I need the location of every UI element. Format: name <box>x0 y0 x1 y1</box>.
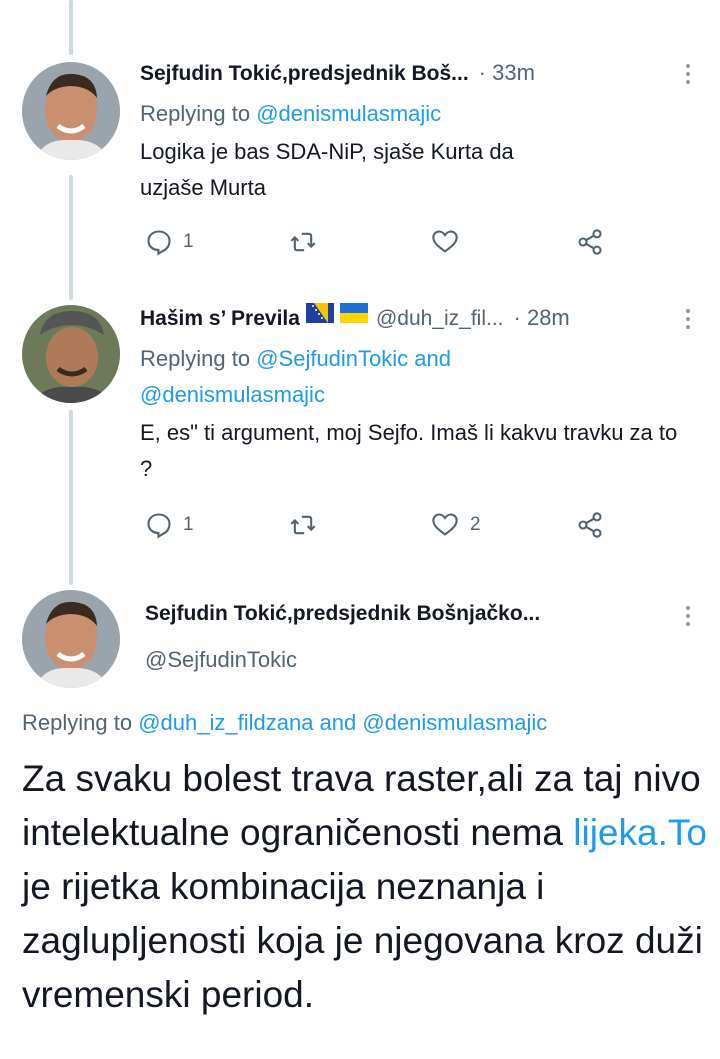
reply-button[interactable]: 1 <box>145 228 194 256</box>
flag-ba-icon <box>305 303 334 323</box>
author-name[interactable]: Sejfudin Tokić,predsjednik Bošnjačko... <box>145 602 540 626</box>
like-button[interactable] <box>430 228 470 256</box>
tweet-text: E, es" ti argument, moj Sejfo. Imaš li k… <box>140 420 678 481</box>
reply-count: 1 <box>183 231 194 252</box>
more-icon[interactable] <box>686 64 692 84</box>
mention-link[interactable]: @duh_iz_fildzana and @denismulasmajic <box>138 710 547 735</box>
retweet-icon <box>290 232 316 252</box>
mention-link[interactable]: @SejfudinTokic and <box>256 346 451 371</box>
retweet-icon <box>290 515 316 535</box>
flag-ua-icon <box>339 303 368 323</box>
heart-icon <box>432 513 458 536</box>
reply-count: 1 <box>183 514 194 535</box>
thread-line <box>69 175 73 300</box>
replying-to: Replying to @denismulasmajic <box>140 101 442 126</box>
avatar[interactable] <box>22 590 120 688</box>
share-icon <box>578 512 602 538</box>
more-icon[interactable] <box>686 606 692 626</box>
heart-icon <box>432 230 458 253</box>
main-tweet-text: Za svaku bolest trava raster,ali za taj … <box>22 758 707 1015</box>
like-count: 2 <box>470 514 481 535</box>
more-icon[interactable] <box>686 309 692 329</box>
mention-link[interactable]: @denismulasmajic <box>256 101 441 126</box>
like-button[interactable]: 2 <box>430 511 481 539</box>
author-name[interactable]: Sejfudin Tokić,predsjednik Boš... <box>140 62 469 86</box>
tweet-time[interactable]: · 33m <box>479 60 535 86</box>
author-name[interactable]: Hašim s’ Previla <box>140 307 300 331</box>
reply-button[interactable]: 1 <box>145 511 194 539</box>
avatar[interactable] <box>22 305 120 403</box>
replying-to: Replying to @SejfudinTokic and @denismul… <box>140 346 451 407</box>
share-icon <box>578 229 602 255</box>
tweet-text: Logika je bas SDA-NiP, sjaše Kurta da uz… <box>140 139 514 200</box>
mention-link[interactable]: @denismulasmajic <box>140 382 325 407</box>
retweet-button[interactable] <box>288 511 328 539</box>
share-button[interactable] <box>575 228 605 256</box>
share-button[interactable] <box>575 511 605 539</box>
text-link[interactable]: lijeka.To <box>573 812 707 853</box>
author-handle[interactable]: @SejfudinTokic <box>145 642 720 678</box>
thread-line <box>69 410 73 585</box>
reply-icon <box>147 513 171 539</box>
thread-line <box>69 0 73 55</box>
tweet-time[interactable]: · 28m <box>514 305 570 331</box>
replying-to: Replying to @duh_iz_fildzana and @denism… <box>22 710 548 735</box>
retweet-button[interactable] <box>288 228 328 256</box>
avatar[interactable] <box>22 62 120 160</box>
author-handle[interactable]: @duh_iz_fil... <box>376 307 504 331</box>
reply-icon <box>147 230 171 256</box>
